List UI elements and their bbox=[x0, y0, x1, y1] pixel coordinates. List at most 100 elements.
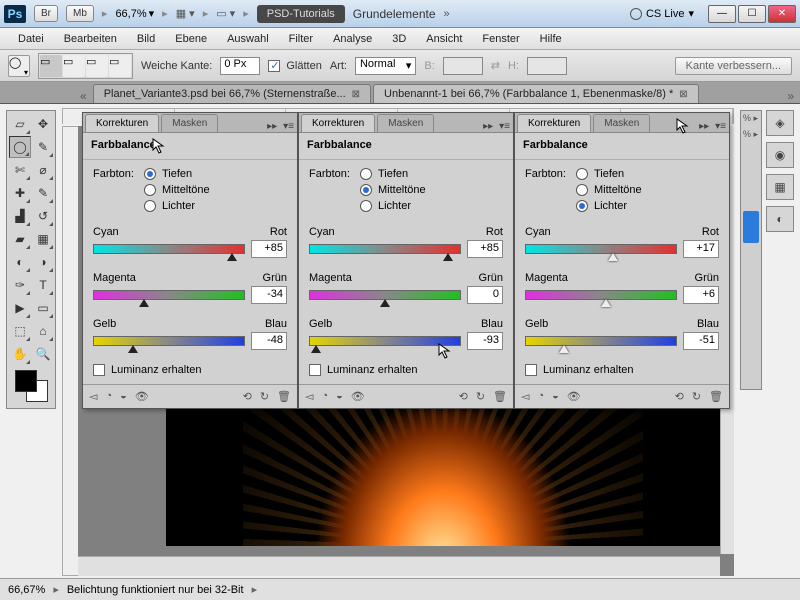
layers-icon[interactable]: ◈ bbox=[766, 110, 794, 136]
gradient-tool[interactable]: ▦ bbox=[32, 228, 54, 250]
eraser-tool[interactable]: ▰ bbox=[9, 228, 31, 250]
tone-radio[interactable]: Lichter bbox=[144, 200, 210, 212]
menu-ebene[interactable]: Ebene bbox=[165, 33, 217, 45]
prev-icon[interactable]: ⟲ bbox=[243, 390, 252, 403]
close-icon[interactable]: ⊠ bbox=[352, 89, 360, 100]
workspace-button[interactable]: PSD-Tutorials bbox=[257, 5, 345, 23]
menu-icon[interactable]: ▾≡ bbox=[496, 121, 513, 132]
eye-icon[interactable]: 👁 bbox=[135, 390, 149, 403]
cyan-red-value[interactable]: +85 bbox=[467, 240, 503, 258]
clip-icon[interactable]: ◒ bbox=[552, 390, 559, 403]
hand-tool[interactable]: ✋ bbox=[9, 343, 31, 365]
foreground-color[interactable] bbox=[15, 370, 37, 392]
reset-icon[interactable]: ↻ bbox=[260, 390, 269, 403]
style-select[interactable]: Normal bbox=[355, 57, 416, 75]
menu-icon[interactable]: ▾≡ bbox=[712, 121, 729, 132]
swatches-icon[interactable]: ▦ bbox=[766, 174, 794, 200]
horizontal-scrollbar[interactable] bbox=[62, 556, 720, 576]
adjust-icon[interactable]: ◔ bbox=[321, 390, 328, 403]
marquee-tool[interactable]: ✥ bbox=[32, 113, 54, 135]
type-tool[interactable]: T bbox=[32, 274, 54, 296]
yellow-blue-value[interactable]: -51 bbox=[683, 332, 719, 350]
lasso-tool[interactable]: ◯ bbox=[9, 136, 31, 158]
tone-radio[interactable]: Mitteltöne bbox=[144, 184, 210, 196]
back-icon[interactable]: ◅ bbox=[521, 390, 529, 403]
pen-tool[interactable]: ✑ bbox=[9, 274, 31, 296]
magenta-green-slider[interactable] bbox=[525, 290, 677, 300]
menu-ansicht[interactable]: Ansicht bbox=[416, 33, 472, 45]
path-select-tool[interactable]: ▶ bbox=[9, 297, 31, 319]
cyan-red-value[interactable]: +85 bbox=[251, 240, 287, 258]
tone-radio[interactable]: Lichter bbox=[576, 200, 642, 212]
color-swatches[interactable] bbox=[9, 366, 54, 406]
antialias-checkbox[interactable]: ✓ bbox=[268, 60, 280, 72]
screen-mode-icon[interactable]: ▭ ▾ bbox=[216, 7, 235, 20]
magenta-green-value[interactable]: +6 bbox=[683, 286, 719, 304]
prev-icon[interactable]: ⟲ bbox=[459, 390, 468, 403]
tab-masken[interactable]: Masken bbox=[161, 114, 218, 132]
cyan-red-slider[interactable] bbox=[525, 244, 677, 254]
reset-icon[interactable]: ↻ bbox=[476, 390, 485, 403]
menu-3d[interactable]: 3D bbox=[382, 33, 416, 45]
stamp-tool[interactable]: ▟ bbox=[9, 205, 31, 227]
tab-masken[interactable]: Masken bbox=[593, 114, 650, 132]
zoom-tool[interactable]: 🔍 bbox=[32, 343, 54, 365]
selection-intersect-icon[interactable]: ▭ bbox=[109, 55, 131, 77]
move-tool[interactable]: ▱ bbox=[9, 113, 31, 135]
dodge-tool[interactable]: ◑ bbox=[32, 251, 54, 273]
crop-tool[interactable]: ✄ bbox=[9, 159, 31, 181]
layers-panel-collapsed[interactable]: % ▸ % ▸ bbox=[740, 110, 762, 390]
tool-preset-icon[interactable]: ◯▾ bbox=[8, 55, 30, 77]
3d-cam-tool[interactable]: ⌂ bbox=[32, 320, 54, 342]
bridge-button[interactable]: Br bbox=[34, 5, 58, 22]
yellow-blue-slider[interactable] bbox=[93, 336, 245, 346]
collapse-icon[interactable]: ▸▸ bbox=[480, 121, 496, 132]
yellow-blue-value[interactable]: -48 bbox=[251, 332, 287, 350]
back-icon[interactable]: ◅ bbox=[305, 390, 313, 403]
tone-radio[interactable]: Tiefen bbox=[144, 168, 210, 180]
yellow-blue-value[interactable]: -93 bbox=[467, 332, 503, 350]
magenta-green-slider[interactable] bbox=[309, 290, 461, 300]
feather-input[interactable]: 0 Px bbox=[220, 57, 260, 75]
selection-add-icon[interactable]: ▭ bbox=[63, 55, 85, 77]
status-zoom[interactable]: 66,67% bbox=[8, 584, 45, 596]
magenta-green-value[interactable]: -34 bbox=[251, 286, 287, 304]
refine-edge-button[interactable]: Kante verbessern... bbox=[675, 57, 792, 75]
back-icon[interactable]: ◅ bbox=[89, 390, 97, 403]
tone-radio[interactable]: Mitteltöne bbox=[360, 184, 426, 196]
doc-tab-2[interactable]: Unbenannt-1 bei 66,7% (Farbbalance 1, Eb… bbox=[373, 84, 699, 103]
close-icon[interactable]: ⊠ bbox=[679, 89, 687, 100]
workspace-secondary[interactable]: Grundelemente bbox=[353, 7, 436, 21]
color-icon[interactable]: ◉ bbox=[766, 142, 794, 168]
collapse-icon[interactable]: ▸▸ bbox=[264, 121, 280, 132]
view-extras-icon[interactable]: ▦ ▾ bbox=[176, 7, 195, 20]
maximize-button[interactable]: ☐ bbox=[738, 5, 766, 23]
brush-tool[interactable]: ✎ bbox=[32, 182, 54, 204]
clip-icon[interactable]: ◒ bbox=[120, 390, 127, 403]
close-button[interactable]: ✕ bbox=[768, 5, 796, 23]
status-arrow-icon[interactable]: ▸ bbox=[53, 583, 59, 596]
menu-icon[interactable]: ▾≡ bbox=[280, 121, 297, 132]
prev-icon[interactable]: ⟲ bbox=[675, 390, 684, 403]
selection-new-icon[interactable]: ▭ bbox=[40, 55, 62, 77]
adjust-icon[interactable]: ◔ bbox=[537, 390, 544, 403]
yellow-blue-slider[interactable] bbox=[525, 336, 677, 346]
status-arrow-icon[interactable]: ▸ bbox=[252, 583, 258, 596]
quick-select-tool[interactable]: ✎ bbox=[32, 136, 54, 158]
magenta-green-value[interactable]: 0 bbox=[467, 286, 503, 304]
cyan-red-slider[interactable] bbox=[309, 244, 461, 254]
trash-icon[interactable]: 🗑 bbox=[709, 390, 723, 403]
heal-tool[interactable]: ✚ bbox=[9, 182, 31, 204]
luminance-checkbox[interactable] bbox=[93, 364, 105, 376]
tab-korrekturen[interactable]: Korrekturen bbox=[517, 114, 591, 132]
menu-analyse[interactable]: Analyse bbox=[323, 33, 382, 45]
cs-live-button[interactable]: CS Live ▾ bbox=[630, 7, 694, 20]
tab-korrekturen[interactable]: Korrekturen bbox=[301, 114, 375, 132]
menu-bearbeiten[interactable]: Bearbeiten bbox=[54, 33, 127, 45]
reset-icon[interactable]: ↻ bbox=[692, 390, 701, 403]
mini-bridge-button[interactable]: Mb bbox=[66, 5, 94, 22]
tone-radio[interactable]: Mitteltöne bbox=[576, 184, 642, 196]
selection-sub-icon[interactable]: ▭ bbox=[86, 55, 108, 77]
trash-icon[interactable]: 🗑 bbox=[277, 390, 291, 403]
trash-icon[interactable]: 🗑 bbox=[493, 390, 507, 403]
